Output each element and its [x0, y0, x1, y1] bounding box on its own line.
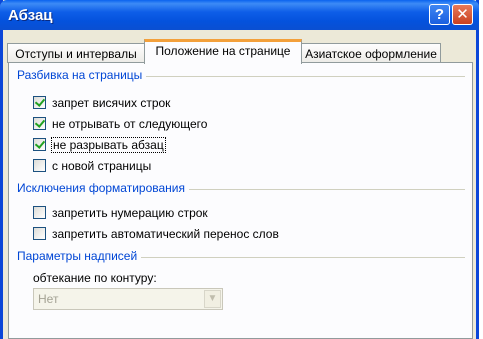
keep-with-next-checkbox[interactable]: [33, 117, 46, 130]
tab-page-position[interactable]: Положение на странице: [144, 39, 302, 64]
page-break-before-label: с новой страницы: [52, 159, 152, 173]
title-bar[interactable]: Абзац ? ✕: [0, 0, 479, 30]
paragraph-dialog: Абзац ? ✕ Отступы и интервалы Положение …: [0, 0, 479, 339]
tab-strip: Отступы и интервалы Положение на страниц…: [3, 38, 476, 64]
textbox-heading: Параметры надписей: [17, 249, 142, 263]
dont-hyphenate-label: запретить автоматический перенос слов: [52, 227, 279, 241]
widow-control-checkbox[interactable]: [33, 96, 46, 109]
close-button[interactable]: ✕: [452, 4, 473, 25]
help-button[interactable]: ?: [429, 4, 450, 25]
tab-panel: Разбивка на страницы запрет висячих стро…: [8, 62, 473, 339]
suppress-line-numbers-label: запретить нумерацию строк: [52, 206, 208, 220]
dialog-title: Абзац: [8, 7, 53, 24]
wrap-select-value: Нет: [38, 292, 59, 306]
tab-indents-spacing[interactable]: Отступы и интервалы: [7, 43, 145, 63]
chevron-down-icon: ▼: [204, 290, 221, 308]
tab-asian-typography[interactable]: Азиатское оформление: [301, 43, 441, 63]
page-break-before-checkbox[interactable]: [33, 159, 46, 172]
keep-lines-together-label: не разрывать абзац: [51, 137, 166, 153]
wrap-select: Нет ▼: [33, 288, 223, 310]
dont-hyphenate-checkbox[interactable]: [33, 227, 46, 240]
pagination-heading: Разбивка на страницы: [17, 68, 147, 82]
suppress-line-numbers-checkbox[interactable]: [33, 206, 46, 219]
wrap-label: обтекание по контуру:: [33, 271, 157, 285]
keep-lines-together-checkbox[interactable]: [33, 138, 46, 151]
exceptions-heading: Исключения форматирования: [17, 181, 190, 195]
widow-control-label: запрет висячих строк: [52, 96, 171, 110]
keep-with-next-label: не отрывать от следующего: [52, 117, 208, 131]
